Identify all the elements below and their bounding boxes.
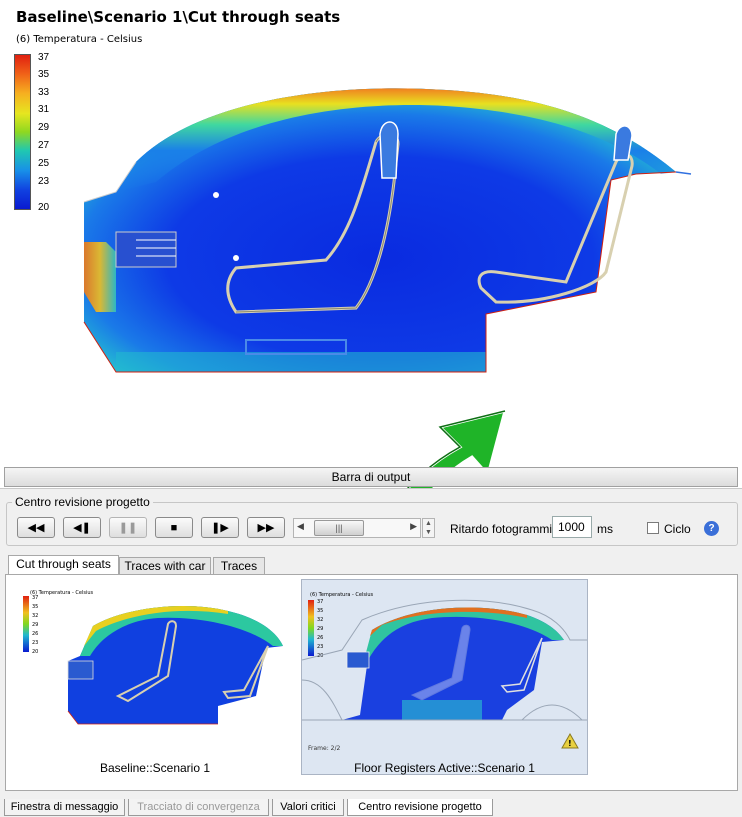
thumb2-legend-labels: 37 35 32 29 26 23 20 [317,599,323,659]
legend-label: 23 [38,176,50,187]
legend-label: 20 [38,202,50,213]
frame-counter: Frame: 2/2 [308,745,340,752]
help-icon[interactable]: ? [704,521,719,536]
svg-text:20: 20 [32,649,38,655]
svg-text:35: 35 [32,604,38,610]
viewport-title: Baseline\Scenario 1\Cut through seats [16,8,341,26]
thumbnail-floor-registers-image: (6) Temperatura - Celsius 37 35 32 29 26… [301,592,587,752]
pause-button[interactable]: ❚❚ [109,517,147,538]
thumb2-legend-title: (6) Temperatura - Celsius [310,592,374,598]
bottom-tab-design-review-center[interactable]: Centro revisione progetto [347,799,493,816]
svg-text:23: 23 [317,644,323,650]
warning-icon: ! [561,732,579,749]
thumbnail-label: Baseline::Scenario 1 [99,761,211,775]
legend-label: 27 [38,140,50,151]
svg-text:37: 37 [32,595,38,601]
output-bar-toggle[interactable]: Barra di output [4,467,738,487]
frame-slider[interactable]: ◀ ||| ▶ [293,518,421,538]
svg-text:23: 23 [32,640,38,646]
legend-label: 29 [38,122,50,133]
bottom-tab-convergence-plot[interactable]: Tracciato di convergenza [128,799,269,816]
bottom-tab-critical-values[interactable]: Valori critici [272,799,344,816]
legend-label: 37 [38,52,50,63]
legend-color-bar [14,54,31,210]
thumbnail-baseline[interactable]: (6) Temperatura - Celsius 37 35 32 29 26… [18,586,288,734]
svg-text:37: 37 [317,599,323,605]
stop-button[interactable]: ■ [155,517,193,538]
loop-label: Ciclo [664,522,691,536]
bottom-tab-message-window[interactable]: Finestra di messaggio [4,799,125,816]
svg-text:26: 26 [32,631,38,637]
slider-right-arrow-icon[interactable]: ▶ [410,521,417,532]
slider-thumb[interactable]: ||| [314,520,364,536]
legend-labels: 37 35 33 31 29 27 25 23 20 [38,52,68,214]
step-back-button[interactable]: ◀❚ [63,517,101,538]
tab-traces[interactable]: Traces [213,557,265,575]
svg-text:32: 32 [32,613,38,619]
fast-forward-button[interactable]: ▶▶ [247,517,285,538]
svg-text:26: 26 [317,635,323,641]
rewind-button[interactable]: ◀◀ [17,517,55,538]
legend-label: 33 [38,87,50,98]
frame-spinner[interactable]: ▲ ▼ [422,518,435,538]
thumb-legend-labels: 37 35 32 29 26 23 20 [32,595,38,655]
legend-label: 31 [38,104,50,115]
legend-label: 25 [38,158,50,169]
svg-text:35: 35 [317,608,323,614]
svg-text:29: 29 [317,626,323,632]
result-viewport[interactable]: Baseline\Scenario 1\Cut through seats (6… [0,0,742,462]
slider-left-arrow-icon[interactable]: ◀ [297,521,304,532]
tab-traces-with-car[interactable]: Traces with car [119,557,211,575]
tab-cut-through-seats[interactable]: Cut through seats [8,555,119,575]
svg-text:29: 29 [32,622,38,628]
thumbnail-label: Floor Registers Active::Scenario 1 [354,761,535,775]
legend-title: (6) Temperatura - Celsius [16,34,143,45]
step-forward-button[interactable]: ❚▶ [201,517,239,538]
temperature-contour-plot [83,88,692,373]
delay-unit: ms [597,522,613,536]
legend-label: 35 [38,69,50,80]
thumb-legend-title: (6) Temperatura - Celsius [30,590,94,596]
svg-text:32: 32 [317,617,323,623]
frame-delay-label: Ritardo fotogrammi: [450,522,556,536]
group-label: Centro revisione progetto [12,495,153,509]
svg-text:!: ! [568,739,572,748]
frame-delay-input[interactable] [552,516,592,538]
loop-checkbox[interactable] [647,522,659,534]
thumbnail-floor-registers[interactable]: (6) Temperatura - Celsius 37 35 32 29 26… [301,579,588,775]
